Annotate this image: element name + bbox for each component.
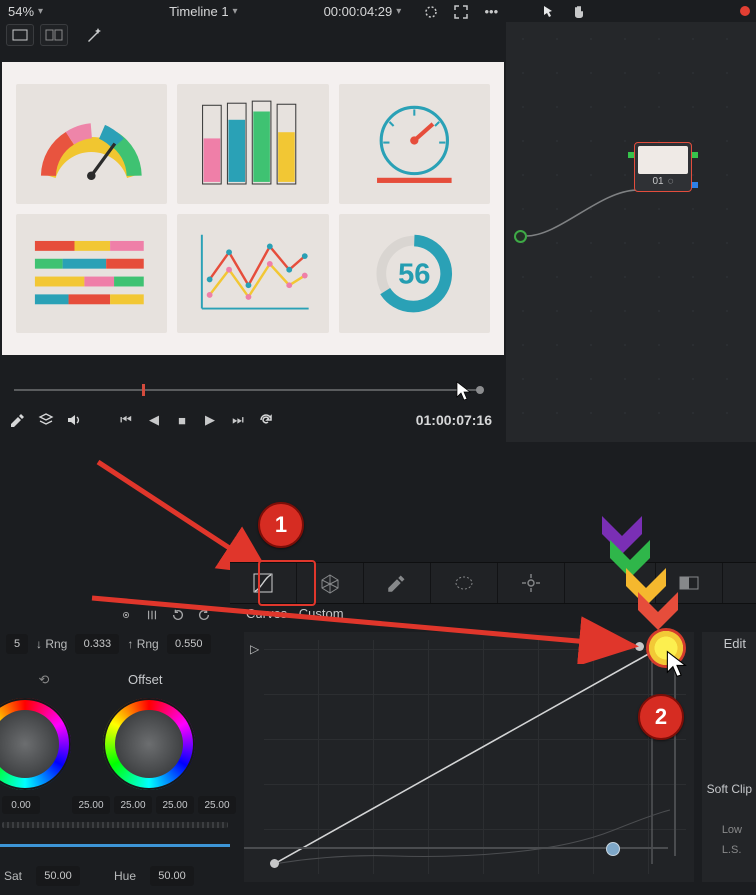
zoom-value: 54% bbox=[8, 4, 34, 19]
chevron-down-icon: ▾ bbox=[396, 6, 401, 17]
curve-line[interactable] bbox=[274, 650, 670, 864]
offset-r-field[interactable]: 25.00 bbox=[114, 796, 152, 814]
curve-point-black[interactable] bbox=[270, 859, 279, 868]
offset-g-value: 25.00 bbox=[162, 800, 187, 811]
more-icon[interactable]: ••• bbox=[483, 4, 499, 20]
preview-bars-card bbox=[177, 84, 328, 204]
color-node[interactable]: 01 ◌ bbox=[634, 142, 692, 192]
sizing-tab[interactable] bbox=[723, 563, 745, 603]
annotation-marker-2-label: 2 bbox=[655, 704, 667, 730]
zoom-dropdown[interactable]: 54% ▾ bbox=[0, 0, 51, 23]
node-input-dot[interactable] bbox=[514, 230, 527, 243]
offset-color-wheel[interactable] bbox=[96, 692, 202, 798]
annotation-chevron-burst bbox=[560, 506, 700, 646]
offset-r-value: 25.00 bbox=[120, 800, 145, 811]
preview-stackbars-card bbox=[16, 214, 167, 334]
reset-offset-icon[interactable]: ⟲ bbox=[36, 672, 52, 688]
offset-g-field[interactable]: 25.00 bbox=[156, 796, 194, 814]
offset-y-value: 25.00 bbox=[78, 800, 103, 811]
hand-tool-icon[interactable] bbox=[571, 4, 587, 20]
preview-gauge-card bbox=[16, 84, 167, 204]
timecode-dropdown[interactable]: 00:00:04:29 ▾ bbox=[316, 0, 410, 23]
preview-donut-card: 56 bbox=[339, 214, 490, 334]
softclip-label: Soft Clip bbox=[707, 782, 752, 796]
param-box-1-value: 5 bbox=[14, 638, 20, 650]
sat-label: Sat bbox=[4, 869, 22, 883]
offset-b-value: 25.00 bbox=[204, 800, 229, 811]
mouse-cursor-icon bbox=[666, 650, 688, 681]
single-view-button[interactable] bbox=[6, 24, 34, 46]
timecode-value: 00:00:04:29 bbox=[324, 4, 393, 19]
magic-wand-icon[interactable] bbox=[86, 27, 102, 43]
expand-icon[interactable] bbox=[453, 4, 469, 20]
y-lift-slider[interactable] bbox=[2, 822, 228, 828]
timeline-name: Timeline 1 bbox=[169, 4, 228, 19]
eyedropper-icon[interactable] bbox=[10, 412, 26, 428]
node-graph-panel[interactable]: 01 ◌ bbox=[506, 22, 756, 442]
chevron-down-icon: ▾ bbox=[38, 6, 43, 17]
annotation-marker-1: 1 bbox=[258, 502, 304, 548]
curve-h-slider-knob[interactable] bbox=[606, 842, 620, 856]
param-box-1[interactable]: 5 bbox=[6, 634, 28, 654]
step-back-icon[interactable]: ◀ bbox=[146, 412, 162, 428]
timeline-scrubber[interactable] bbox=[14, 386, 484, 394]
offset-single-value: 0.00 bbox=[11, 800, 30, 811]
sat-field[interactable]: 50.00 bbox=[36, 866, 80, 886]
mouse-cursor-icon bbox=[456, 381, 472, 404]
offset-y-field[interactable]: 25.00 bbox=[72, 796, 110, 814]
color-wheel-partial[interactable] bbox=[0, 692, 78, 798]
preview-linechart-card bbox=[177, 214, 328, 334]
node-badge-icon: ◌ bbox=[668, 176, 674, 187]
record-indicator bbox=[740, 6, 750, 16]
duration-timecode: 01:00:07:16 bbox=[416, 412, 492, 428]
stop-icon[interactable]: ■ bbox=[174, 412, 190, 428]
annotation-marker-2: 2 bbox=[638, 694, 684, 740]
timeline-dropdown[interactable]: Timeline 1 ▾ bbox=[161, 0, 246, 23]
node-thumbnail bbox=[638, 146, 688, 174]
node-input-connector[interactable] bbox=[628, 152, 634, 158]
offset-b-field[interactable]: 25.00 bbox=[198, 796, 236, 814]
play-icon[interactable]: ▶ bbox=[202, 412, 218, 428]
scrubber-end-marker bbox=[476, 386, 484, 394]
layers-icon[interactable] bbox=[38, 412, 54, 428]
donut-value: 56 bbox=[398, 258, 430, 290]
sat-value: 50.00 bbox=[44, 870, 72, 882]
playhead[interactable] bbox=[142, 384, 145, 396]
curve-edit-label[interactable]: Edit bbox=[724, 636, 746, 651]
mute-icon[interactable] bbox=[66, 412, 82, 428]
offset-single-field[interactable]: 0.00 bbox=[2, 796, 40, 814]
softclip-low-label: Low bbox=[722, 820, 742, 840]
skip-end-icon[interactable]: ⏭ bbox=[230, 412, 246, 428]
offset-wheel-handle[interactable] bbox=[145, 740, 153, 748]
image-wipe-icon[interactable] bbox=[423, 4, 439, 20]
loop-icon[interactable] bbox=[258, 412, 274, 428]
offset-label: Offset bbox=[128, 672, 162, 687]
chevron-down-icon: ▾ bbox=[233, 6, 238, 17]
pointer-tool-icon[interactable] bbox=[541, 4, 557, 20]
curve-h-slider[interactable] bbox=[244, 842, 668, 854]
hue-label: Hue bbox=[114, 869, 136, 883]
master-slider[interactable] bbox=[0, 840, 230, 850]
node-alpha-connector[interactable] bbox=[692, 182, 698, 188]
range-down-label: ↓ Rng bbox=[36, 637, 67, 651]
node-number: 01 bbox=[652, 176, 663, 187]
hue-value: 50.00 bbox=[158, 870, 186, 882]
softclip-ls-label: L.S. bbox=[722, 840, 742, 860]
hue-field[interactable]: 50.00 bbox=[150, 866, 194, 886]
node-output-connector[interactable] bbox=[692, 152, 698, 158]
scrubber-track bbox=[14, 389, 480, 391]
preview-speedometer-card bbox=[339, 84, 490, 204]
node-connection-line bbox=[520, 182, 640, 242]
dual-view-button[interactable] bbox=[40, 24, 68, 46]
skip-start-icon[interactable]: ⏮ bbox=[118, 412, 134, 428]
annotation-marker-1-label: 1 bbox=[275, 512, 287, 538]
preview-viewer: 56 bbox=[2, 62, 504, 355]
